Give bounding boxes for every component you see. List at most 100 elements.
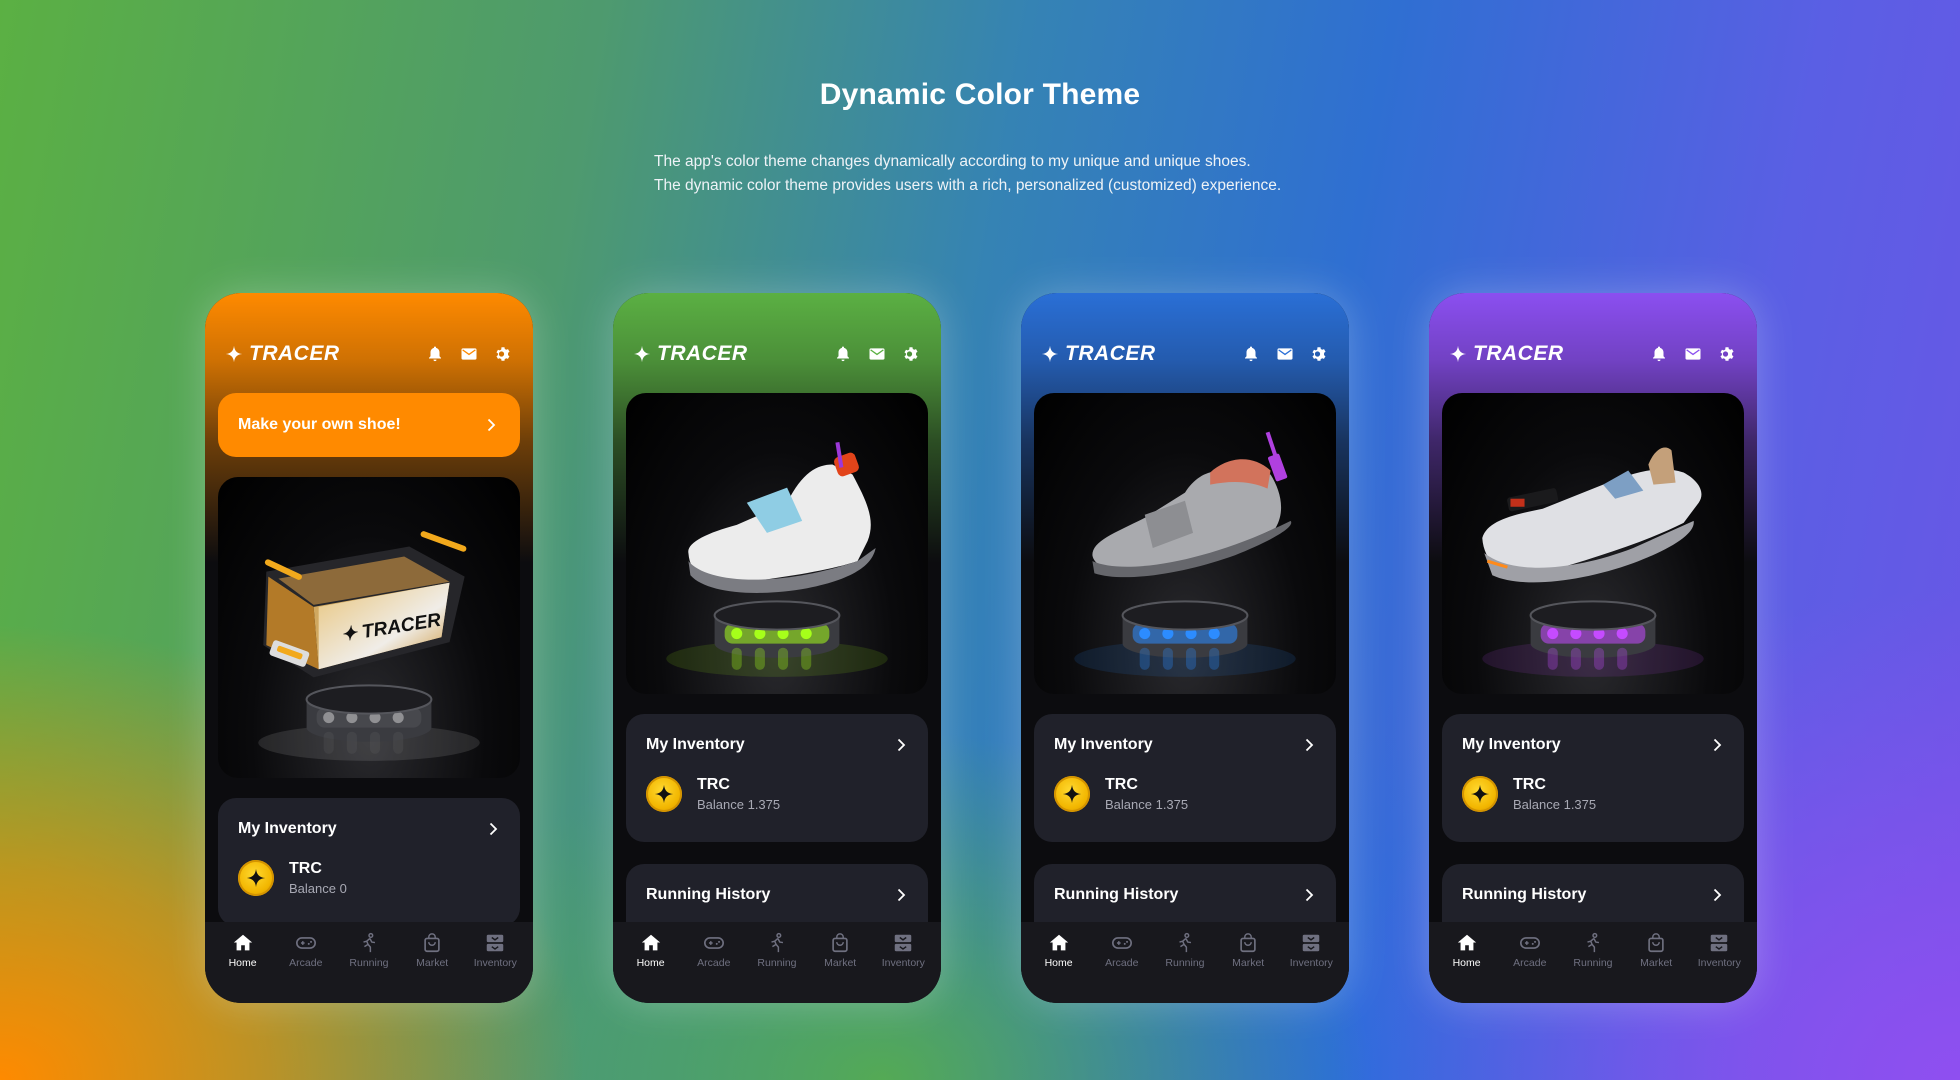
coin-name: TRC (289, 860, 322, 877)
gear-button[interactable] (1309, 344, 1329, 364)
coin-balance: Balance 1.375 (1105, 797, 1189, 812)
tracer-logo[interactable]: TRACER (1041, 342, 1156, 366)
sparkle-icon (1449, 345, 1467, 363)
inventory-title: My Inventory (238, 820, 337, 837)
inventory-title: My Inventory (1462, 736, 1561, 753)
tab-label: Running (757, 957, 797, 969)
make-shoe-button[interactable]: Make your own shoe! (218, 393, 520, 457)
bottom-tab-bar: Home Arcade Running Market Inventory (1021, 922, 1349, 1003)
trc-coin-icon (1462, 776, 1498, 812)
tab-arcade[interactable]: Arcade (276, 922, 336, 1003)
inventory-icon (1711, 934, 1728, 952)
hero-showcase[interactable] (1034, 393, 1336, 694)
description-line: The dynamic color theme provides users w… (654, 177, 1282, 194)
tab-label: Home (1452, 957, 1481, 969)
arcade-icon (1111, 937, 1132, 949)
tracer-logo[interactable]: TRACER (1449, 342, 1564, 366)
tab-home[interactable]: Home (621, 922, 681, 1003)
home-icon (1457, 934, 1476, 951)
bell-button[interactable] (1649, 344, 1669, 364)
mail-button[interactable] (459, 344, 479, 364)
top-actions (425, 344, 513, 364)
coin-name: TRC (697, 776, 730, 793)
phone-green: TRACER My Inventory TRC Balance 1.375 Ru… (613, 293, 941, 1003)
tab-arcade[interactable]: Arcade (684, 922, 744, 1003)
home-icon (641, 934, 660, 951)
inventory-title: My Inventory (1054, 736, 1153, 753)
sneaker-white-render (666, 442, 888, 677)
inventory-card[interactable]: My Inventory TRC Balance 1.375 (1034, 714, 1336, 842)
trc-coin-icon (1054, 776, 1090, 812)
tab-home[interactable]: Home (1029, 922, 1089, 1003)
tracer-logo[interactable]: TRACER (225, 342, 340, 366)
tab-market[interactable]: Market (1218, 922, 1278, 1003)
tab-label: Home (636, 957, 665, 969)
coin-name: TRC (1105, 776, 1138, 793)
bell-button[interactable] (1241, 344, 1261, 364)
hero-showcase[interactable] (626, 393, 928, 694)
mail-button[interactable] (1683, 344, 1703, 364)
mail-button[interactable] (1275, 344, 1295, 364)
top-actions (1241, 344, 1329, 364)
hero-showcase[interactable]: ✦ TRACER (218, 477, 520, 778)
bottom-tab-bar: Home Arcade Running Market Inventory (613, 922, 941, 1003)
tab-running[interactable]: Running (747, 922, 807, 1003)
trc-coin-icon (238, 860, 274, 896)
logo-text: TRACER (249, 342, 340, 365)
tab-arcade[interactable]: Arcade (1500, 922, 1560, 1003)
chevron-right-icon (1305, 738, 1314, 752)
home-icon (233, 934, 252, 951)
tab-label: Market (1640, 957, 1673, 969)
tab-inventory[interactable]: Inventory (873, 922, 933, 1003)
tab-arcade[interactable]: Arcade (1092, 922, 1152, 1003)
tab-label: Arcade (1105, 957, 1139, 969)
logo-text: TRACER (1065, 342, 1156, 365)
mail-button[interactable] (867, 344, 887, 364)
coin-balance: Balance 1.375 (1513, 797, 1597, 812)
tab-inventory[interactable]: Inventory (1689, 922, 1749, 1003)
sparkle-icon (225, 345, 243, 363)
chevron-right-icon (1305, 888, 1314, 902)
gear-button[interactable] (493, 344, 513, 364)
running-icon (1587, 932, 1600, 953)
cta-label: Make your own shoe! (238, 416, 401, 433)
tab-label: Home (228, 957, 257, 969)
tab-market[interactable]: Market (810, 922, 870, 1003)
hero-showcase[interactable] (1442, 393, 1744, 694)
inventory-card[interactable]: My Inventory TRC Balance 1.375 (1442, 714, 1744, 842)
mail-icon (869, 348, 885, 360)
tab-home[interactable]: Home (1437, 922, 1497, 1003)
gear-icon (904, 347, 918, 361)
tab-label: Arcade (697, 957, 731, 969)
gear-button[interactable] (1717, 344, 1737, 364)
inventory-card[interactable]: My Inventory TRC Balance 0 (218, 798, 520, 926)
tab-inventory[interactable]: Inventory (465, 922, 525, 1003)
bottom-tab-bar: Home Arcade Running Market Inventory (205, 922, 533, 1003)
tab-market[interactable]: Market (402, 922, 462, 1003)
tab-market[interactable]: Market (1626, 922, 1686, 1003)
inventory-card[interactable]: My Inventory TRC Balance 1.375 (626, 714, 928, 842)
arcade-icon (703, 937, 724, 949)
phone-purple: TRACER My Inventory TRC Balance 1.375 Ru… (1429, 293, 1757, 1003)
tab-label: Running (349, 957, 389, 969)
sparkle-icon (633, 345, 651, 363)
tab-label: Inventory (473, 957, 517, 969)
tab-label: Market (1232, 957, 1265, 969)
bell-button[interactable] (425, 344, 445, 364)
arcade-icon (1519, 937, 1540, 949)
tab-running[interactable]: Running (1155, 922, 1215, 1003)
chevron-right-icon (897, 738, 906, 752)
gear-button[interactable] (901, 344, 921, 364)
chevron-right-icon (1713, 738, 1722, 752)
tracer-logo[interactable]: TRACER (633, 342, 748, 366)
gear-icon (496, 347, 510, 361)
phone-orange: TRACER Make your own shoe! ✦ TRACER My I… (205, 293, 533, 1003)
tab-home[interactable]: Home (213, 922, 273, 1003)
tab-running[interactable]: Running (339, 922, 399, 1003)
tab-running[interactable]: Running (1563, 922, 1623, 1003)
bell-button[interactable] (833, 344, 853, 364)
coin-item: TRC Balance 1.375 (626, 776, 928, 812)
top-bar: TRACER (1449, 341, 1737, 367)
tab-inventory[interactable]: Inventory (1281, 922, 1341, 1003)
top-bar: TRACER (633, 341, 921, 367)
